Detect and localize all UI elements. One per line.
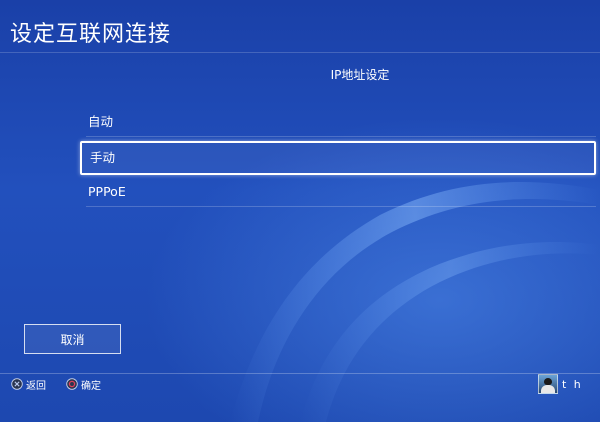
option-manual[interactable]: 手动 bbox=[80, 141, 596, 175]
background-wave bbox=[230, 182, 600, 422]
back-label: 返回 bbox=[26, 380, 46, 392]
page-title: 设定互联网连接 bbox=[10, 22, 172, 47]
header-divider bbox=[0, 52, 600, 53]
section-title: IP地址设定 bbox=[330, 68, 390, 82]
option-automatic[interactable]: 自动 bbox=[80, 106, 596, 137]
cancel-button[interactable]: 取消 bbox=[24, 324, 121, 354]
user-profile: t h bbox=[538, 374, 583, 394]
option-pppoe[interactable]: PPPoE bbox=[80, 176, 596, 207]
option-label: PPPoE bbox=[88, 184, 126, 199]
confirm-label: 确定 bbox=[81, 380, 101, 392]
cross-button-icon bbox=[11, 378, 23, 390]
network-settings-screen: 设定互联网连接 IP地址设定 自动 手动 PPPoE 取消 返回 确定 t h bbox=[0, 0, 600, 422]
confirm-hint[interactable]: 确定 bbox=[66, 377, 101, 392]
user-name: t h bbox=[562, 377, 583, 391]
avatar bbox=[538, 374, 558, 394]
footer-divider bbox=[0, 373, 600, 374]
option-label: 手动 bbox=[90, 150, 116, 165]
circle-button-icon bbox=[66, 378, 78, 390]
option-label: 自动 bbox=[88, 114, 114, 129]
back-hint[interactable]: 返回 bbox=[11, 377, 46, 392]
option-divider bbox=[86, 136, 596, 137]
option-divider bbox=[86, 206, 596, 207]
